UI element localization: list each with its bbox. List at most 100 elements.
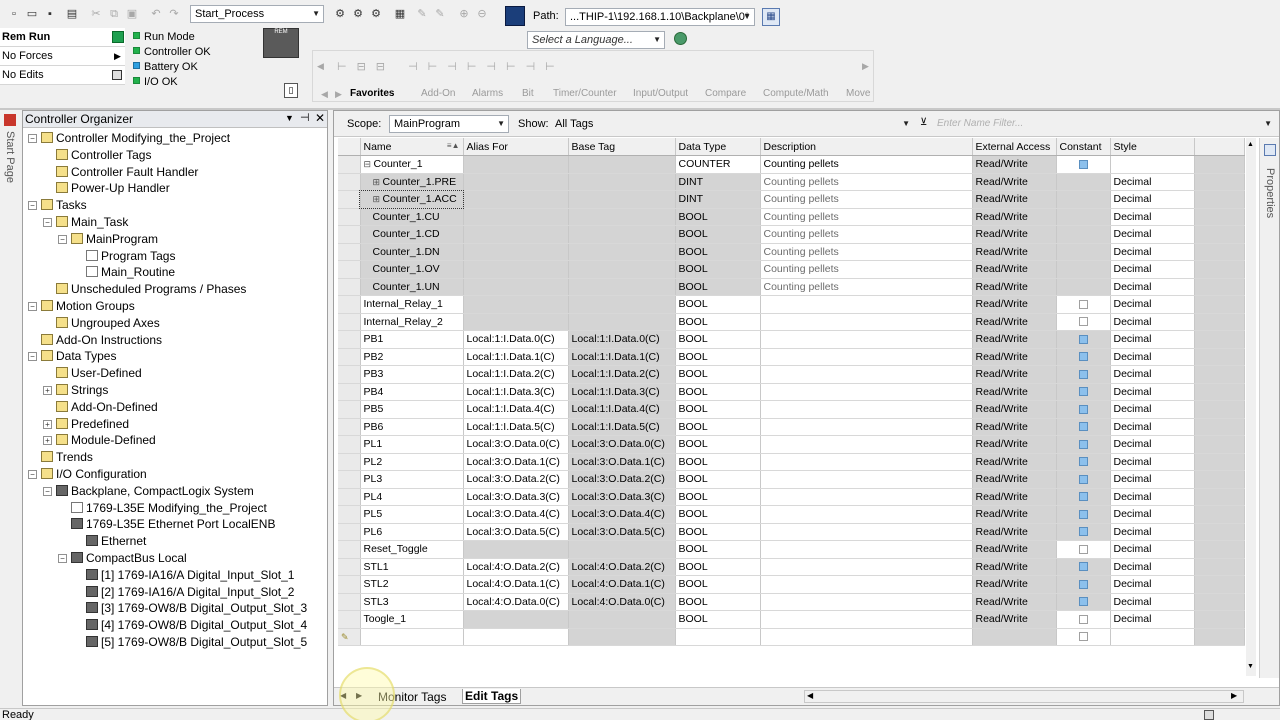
- tree-expander-icon[interactable]: ⊞: [373, 177, 383, 187]
- cell-description[interactable]: [760, 505, 973, 524]
- organizer-item[interactable]: Controller Modifying_the_Project: [41, 130, 230, 147]
- zoom-out-icon[interactable]: ⊖: [474, 6, 490, 22]
- row-header[interactable]: [338, 418, 361, 436]
- cell-data-type[interactable]: [675, 628, 761, 646]
- row-header[interactable]: [338, 260, 361, 279]
- cell-base-tag[interactable]: [568, 628, 676, 646]
- cell-alias[interactable]: [463, 225, 569, 244]
- row-header[interactable]: [338, 558, 361, 576]
- cell-spacer[interactable]: [1194, 628, 1245, 646]
- organizer-item[interactable]: [1] 1769-IA16/A Digital_Input_Slot_1: [86, 567, 294, 584]
- cell-external-access[interactable]: Read/Write: [972, 330, 1057, 349]
- filter-icon[interactable]: ⊻: [920, 117, 927, 128]
- row-header[interactable]: [338, 383, 361, 401]
- cell-constant[interactable]: [1056, 470, 1111, 489]
- routine-combo[interactable]: Start_Process ▼: [190, 5, 324, 23]
- row-header[interactable]: ✎: [338, 628, 361, 646]
- row-header[interactable]: [338, 610, 361, 629]
- table-row[interactable]: Internal_Relay_2 BOOL Read/Write Decimal: [338, 313, 1245, 331]
- cell-external-access[interactable]: Read/Write: [972, 243, 1057, 261]
- organizer-item[interactable]: Backplane, CompactLogix System: [56, 483, 254, 500]
- cell-external-access[interactable]: Read/Write: [972, 155, 1057, 174]
- row-header[interactable]: [338, 208, 361, 226]
- cell-alias[interactable]: Local:3:O.Data.4(C): [463, 505, 569, 524]
- row-header[interactable]: [338, 435, 361, 454]
- scroll-up-icon[interactable]: ▲: [1247, 141, 1254, 148]
- constant-checkbox[interactable]: [1078, 597, 1088, 607]
- tab-add-on[interactable]: Add-On: [421, 88, 455, 99]
- cell-constant[interactable]: [1056, 278, 1111, 296]
- cell-description[interactable]: [760, 558, 973, 576]
- save-icon[interactable]: ▪: [42, 6, 58, 22]
- tree-expander-icon[interactable]: +: [43, 436, 52, 446]
- cell-constant[interactable]: [1056, 628, 1111, 646]
- tree-expander-icon[interactable]: −: [43, 486, 52, 496]
- cell-external-access[interactable]: Read/Write: [972, 523, 1057, 541]
- cell-description[interactable]: Counting pellets: [760, 243, 973, 261]
- scope-combo[interactable]: MainProgram ▼: [389, 115, 509, 133]
- tree-expander-icon[interactable]: +: [43, 386, 52, 395]
- row-header[interactable]: [338, 173, 361, 191]
- copy-icon[interactable]: ⧉: [106, 6, 122, 22]
- cell-data-type[interactable]: BOOL: [675, 295, 761, 314]
- cell-external-access[interactable]: Read/Write: [972, 453, 1057, 471]
- cell-data-type[interactable]: BOOL: [675, 243, 761, 261]
- cell-alias[interactable]: Local:3:O.Data.0(C): [463, 435, 569, 454]
- start-page-tab[interactable]: Start Page: [4, 131, 16, 185]
- cell-alias[interactable]: [463, 155, 569, 174]
- table-row[interactable]: PL4 Local:3:O.Data.3(C) Local:3:O.Data.3(C…: [338, 488, 1245, 506]
- cell-style[interactable]: Decimal: [1110, 400, 1195, 419]
- cell-description[interactable]: [760, 348, 973, 366]
- cell-constant[interactable]: [1056, 208, 1111, 226]
- scroll-right-icon[interactable]: ▶: [1231, 691, 1237, 700]
- cell-alias[interactable]: [463, 243, 569, 261]
- tree-expander-icon[interactable]: −: [28, 134, 37, 143]
- cell-data-type[interactable]: BOOL: [675, 540, 761, 559]
- cell-constant[interactable]: [1056, 488, 1111, 506]
- organizer-item[interactable]: Add-On-Defined: [56, 399, 158, 416]
- tab-bit[interactable]: Bit: [522, 88, 534, 99]
- cell-name[interactable]: PL3: [360, 470, 464, 489]
- constant-checkbox[interactable]: [1078, 492, 1088, 502]
- scroll-left-icon[interactable]: ◀: [807, 691, 813, 700]
- table-row[interactable]: Reset_Toggle BOOL Read/Write Decimal: [338, 540, 1245, 559]
- table-row[interactable]: PB3 Local:1:I.Data.2(C) Local:1:I.Data.2(C…: [338, 365, 1245, 384]
- constant-checkbox[interactable]: [1078, 544, 1088, 554]
- cell-constant[interactable]: [1056, 453, 1111, 471]
- cell-alias[interactable]: [463, 260, 569, 279]
- cell-external-access[interactable]: Read/Write: [972, 365, 1057, 384]
- cell-alias[interactable]: Local:4:O.Data.1(C): [463, 575, 569, 594]
- row-header[interactable]: [338, 453, 361, 471]
- cell-style[interactable]: [1110, 155, 1195, 174]
- cell-external-access[interactable]: Read/Write: [972, 313, 1057, 331]
- cell-alias[interactable]: Local:3:O.Data.3(C): [463, 488, 569, 506]
- table-row[interactable]: PB6 Local:1:I.Data.5(C) Local:1:I.Data.5(C…: [338, 418, 1245, 436]
- cell-style[interactable]: Decimal: [1110, 260, 1195, 279]
- tab-monitor-tags[interactable]: Monitor Tags: [378, 690, 446, 704]
- cell-alias[interactable]: Local:1:I.Data.3(C): [463, 383, 569, 401]
- cell-data-type[interactable]: BOOL: [675, 523, 761, 541]
- organizer-item[interactable]: [2] 1769-IA16/A Digital_Input_Slot_2: [86, 584, 294, 601]
- cell-external-access[interactable]: Read/Write: [972, 295, 1057, 314]
- cell-style[interactable]: Decimal: [1110, 330, 1195, 349]
- cell-constant[interactable]: [1056, 330, 1111, 349]
- constant-checkbox[interactable]: [1078, 404, 1088, 414]
- cell-data-type[interactable]: BOOL: [675, 225, 761, 244]
- globe-icon[interactable]: [674, 32, 687, 45]
- column-header-constant[interactable]: Constant: [1056, 138, 1111, 156]
- table-row[interactable]: PL2 Local:3:O.Data.1(C) Local:3:O.Data.1(C…: [338, 453, 1245, 471]
- cell-style[interactable]: Decimal: [1110, 383, 1195, 401]
- cell-style[interactable]: Decimal: [1110, 558, 1195, 576]
- cell-name[interactable]: ⊞ Counter_1.PRE: [360, 173, 464, 191]
- organizer-item[interactable]: Unscheduled Programs / Phases: [56, 281, 246, 298]
- paste-icon[interactable]: ▣: [124, 6, 140, 22]
- print-icon[interactable]: ▤: [64, 6, 80, 22]
- cell-style[interactable]: Decimal: [1110, 505, 1195, 524]
- cell-style[interactable]: Decimal: [1110, 453, 1195, 471]
- row-header[interactable]: [338, 313, 361, 331]
- cell-style[interactable]: [1110, 628, 1195, 646]
- column-header-data-type[interactable]: Data Type: [675, 138, 761, 156]
- cell-data-type[interactable]: BOOL: [675, 593, 761, 611]
- row-header[interactable]: [338, 295, 361, 314]
- cell-data-type[interactable]: DINT: [675, 190, 761, 209]
